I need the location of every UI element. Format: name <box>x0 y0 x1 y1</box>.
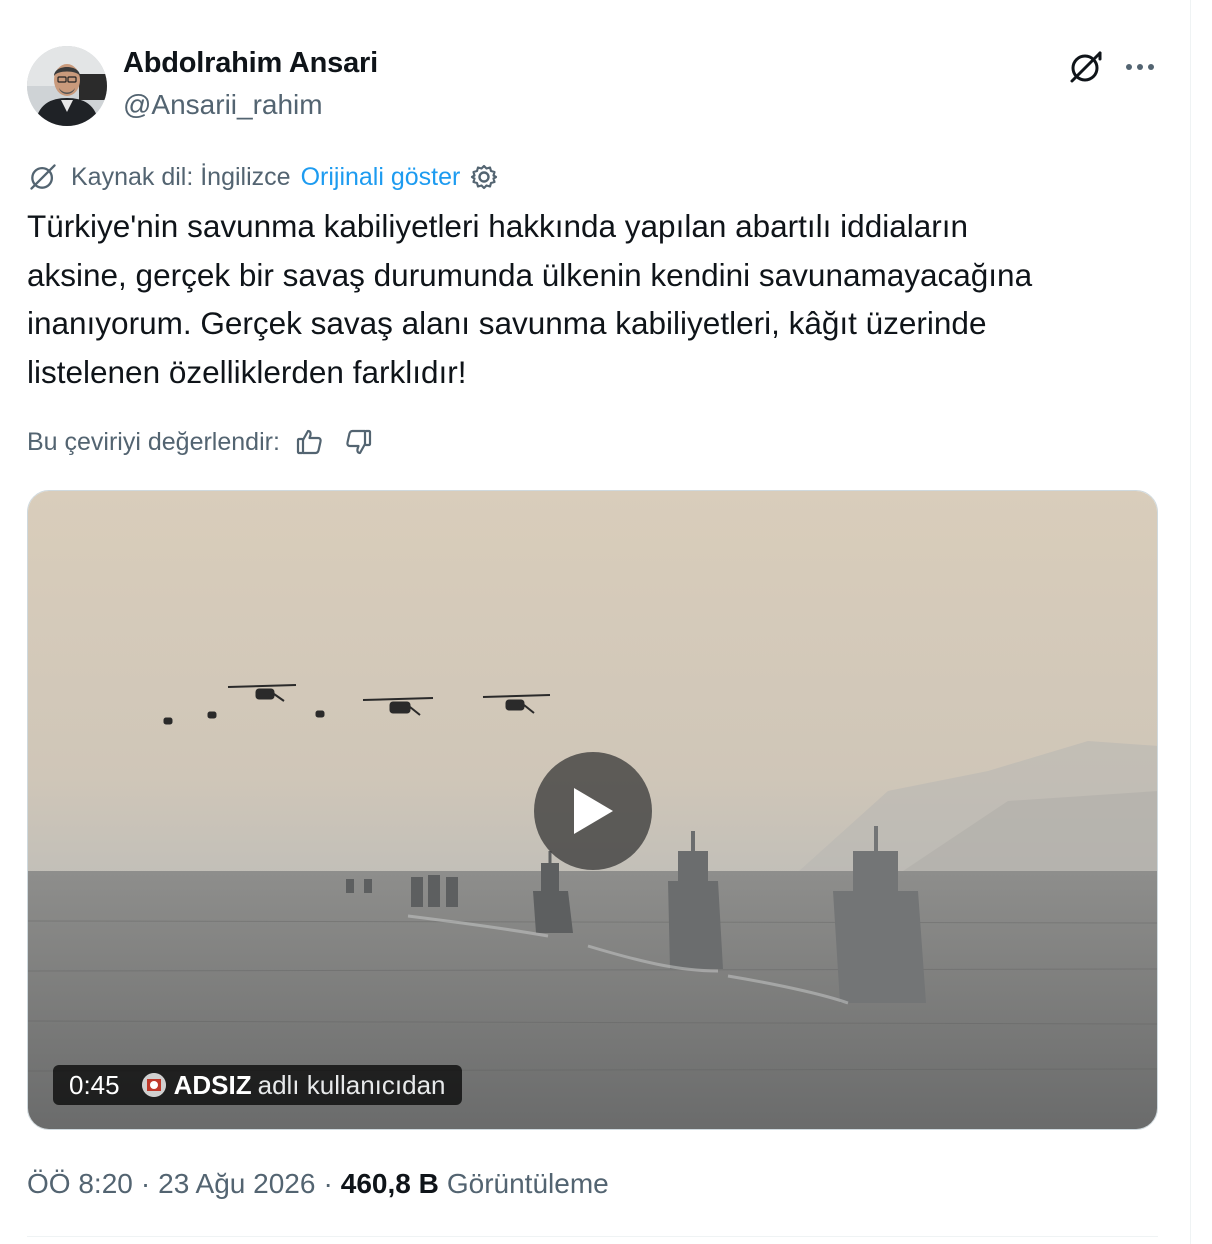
meta-separator: · <box>140 1168 151 1199</box>
column-border <box>1190 0 1191 1244</box>
grok-button[interactable] <box>1063 44 1109 90</box>
views-label: Görüntüleme <box>446 1168 609 1199</box>
more-horizontal-icon <box>1126 64 1154 70</box>
divider <box>27 1236 1158 1237</box>
play-button[interactable] <box>534 752 652 870</box>
meta-separator: · <box>323 1168 333 1199</box>
grok-translate-icon <box>27 160 61 194</box>
gear-icon <box>471 164 498 190</box>
grok-icon <box>1070 51 1102 83</box>
thumbs-down-icon <box>346 429 372 455</box>
author-handle[interactable]: @Ansarii_rahim <box>123 89 323 121</box>
show-original-link[interactable]: Orijinali göster <box>301 163 461 192</box>
tweet-meta: ÖÖ 8:20 · 23 Ağu 2026 · 460,8 B Görüntül… <box>27 1164 609 1204</box>
video-player[interactable]: 0:45 ADSIZ adlı kullanıcıdan <box>27 490 1158 1130</box>
translation-source-label: Kaynak dil: İngilizce <box>71 162 291 191</box>
views-count: 460,8 B <box>340 1168 439 1199</box>
translation-info: Kaynak dil: İngilizce Orijinali göster <box>27 158 498 196</box>
rating-label: Bu çeviriyi değerlendir: <box>27 427 280 456</box>
source-name[interactable]: ADSIZ <box>174 1070 252 1101</box>
tweet-text: Türkiye'nin savunma kabiliyetleri hakkın… <box>27 208 1033 390</box>
thumbs-up-icon <box>296 429 322 455</box>
author-display-name[interactable]: Abdolrahim Ansari <box>123 47 378 80</box>
author-avatar[interactable] <box>27 46 107 126</box>
tweet-time[interactable]: ÖÖ 8:20 <box>27 1168 133 1200</box>
tweet-date[interactable]: 23 Ağu 2026 <box>158 1168 315 1200</box>
more-options-button[interactable] <box>1118 44 1162 90</box>
translation-settings-button[interactable] <box>470 163 498 191</box>
thumbs-up-button[interactable] <box>292 424 328 460</box>
video-duration: 0:45 <box>69 1069 120 1100</box>
thumbs-down-button[interactable] <box>340 424 376 460</box>
source-avatar[interactable] <box>141 1073 166 1097</box>
source-suffix: adlı kullanıcıdan <box>257 1069 446 1100</box>
play-icon <box>574 788 613 834</box>
video-info-badge: 0:45 ADSIZ adlı kullanıcıdan <box>53 1065 462 1105</box>
translation-rating: Bu çeviriyi değerlendir: <box>27 422 376 462</box>
